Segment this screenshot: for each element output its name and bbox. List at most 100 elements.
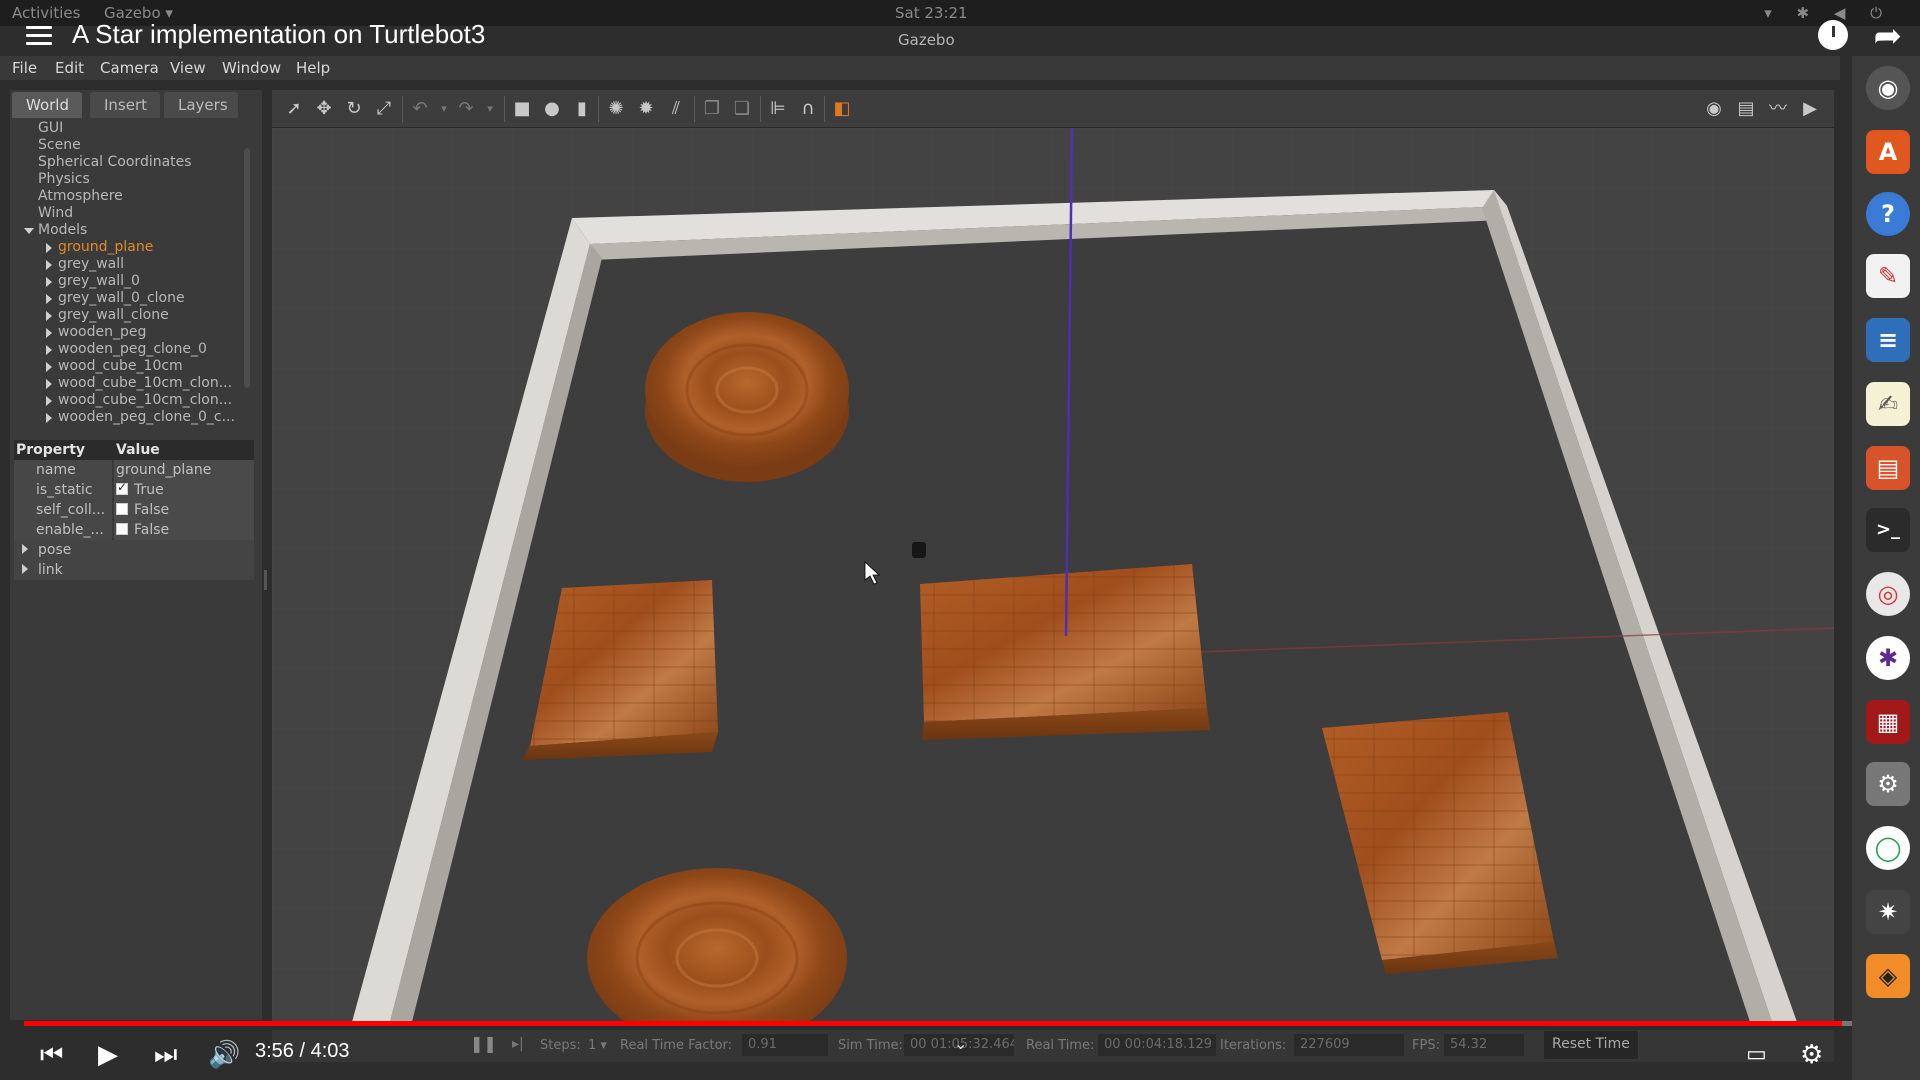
video-progress-fill [24, 1021, 1842, 1026]
model-item[interactable]: grey_wall_0_clone [12, 290, 252, 307]
play-icon[interactable]: ▶ [98, 1040, 118, 1070]
world-tree: GUI Scene Spherical Coordinates Physics … [12, 120, 252, 426]
directional-light-icon[interactable]: ⫽ [664, 98, 688, 120]
section-label: link [22, 562, 100, 578]
property-column-header: Property [16, 442, 86, 458]
menu-camera[interactable]: Camera [100, 59, 159, 77]
translate-mode-icon[interactable]: ✥ [312, 98, 336, 120]
is-static-checkbox[interactable] [116, 480, 128, 495]
clock-icon[interactable] [1818, 20, 1848, 50]
property-value[interactable]: ground_plane [116, 462, 254, 478]
text-editor-icon[interactable]: ✎ [1866, 254, 1910, 298]
video-progress-bar[interactable] [24, 1021, 1896, 1026]
tree-item-gui[interactable]: GUI [12, 120, 252, 137]
slack-icon[interactable]: ✱ [1866, 636, 1910, 680]
video-title[interactable]: A Star implementation on Turtlebot3 [72, 19, 485, 50]
previous-icon[interactable]: ⏮ [40, 1040, 63, 1071]
undo-icon[interactable]: ↶ [408, 98, 432, 120]
terminal-icon[interactable]: >_ [1866, 508, 1910, 552]
menu-edit[interactable]: Edit [55, 59, 84, 77]
property-value: False [134, 522, 170, 538]
menu-help[interactable]: Help [296, 59, 330, 77]
property-value: False [134, 502, 170, 518]
model-item[interactable]: wooden_peg_clone_0 [12, 341, 252, 358]
cylinder-shape-icon[interactable]: ▮ [570, 98, 594, 120]
world-panel: World Insert Layers GUI Scene Spherical … [10, 90, 262, 1020]
share-icon[interactable]: ➦ [1874, 16, 1903, 56]
box-shape-icon[interactable]: ■ [510, 98, 534, 120]
log-icon[interactable]: ▤ [1734, 98, 1758, 120]
enable-wind-checkbox[interactable] [116, 523, 128, 535]
next-icon[interactable]: ⏭ [154, 1040, 177, 1071]
volume-icon[interactable]: 🔊 [208, 1040, 240, 1070]
model-item[interactable]: ground_plane [12, 239, 252, 256]
copy-icon[interactable]: ❐ [700, 98, 724, 120]
value-column-header: Value [116, 442, 160, 458]
property-key: name [36, 462, 76, 478]
scene-viewport[interactable] [272, 128, 1834, 1022]
model-item[interactable]: wooden_peg [12, 324, 252, 341]
spot-light-icon[interactable]: ✹ [634, 98, 658, 120]
app-red-icon[interactable]: ▦ [1866, 700, 1910, 744]
tab-layers[interactable]: Layers [164, 92, 238, 118]
undo-history-icon[interactable]: ▾ [432, 98, 456, 120]
tree-scrollbar[interactable] [244, 148, 250, 388]
select-mode-icon[interactable]: ➚ [282, 98, 306, 120]
settings-icon[interactable]: ⚙ [1800, 1040, 1823, 1070]
gazebo-window-title: Gazebo [898, 31, 955, 49]
scale-mode-icon[interactable]: ⤢ [372, 98, 396, 120]
record-video-icon[interactable]: ▶ [1798, 98, 1822, 120]
model-item[interactable]: grey_wall_clone [12, 307, 252, 324]
property-table: Property Value name ground_plane is_stat… [14, 440, 254, 580]
gazebo-icon[interactable]: ◈ [1866, 954, 1910, 998]
panel-splitter[interactable] [264, 570, 267, 590]
hamburger-icon[interactable] [26, 26, 52, 46]
model-item[interactable]: wooden_peg_clone_0_c... [12, 409, 252, 426]
redo-history-icon[interactable]: ▾ [478, 98, 502, 120]
property-section-link[interactable]: link [14, 560, 254, 580]
model-item[interactable]: wood_cube_10cm [12, 358, 252, 375]
refresh-app-icon[interactable]: ◯ [1866, 826, 1910, 870]
help-icon[interactable]: ? [1866, 192, 1910, 236]
tree-item-scene[interactable]: Scene [12, 137, 252, 154]
tab-insert[interactable]: Insert [90, 92, 160, 118]
redo-icon[interactable]: ↷ [454, 98, 478, 120]
tree-item-atmosphere[interactable]: Atmosphere [12, 188, 252, 205]
menu-view[interactable]: View [170, 59, 206, 77]
model-item[interactable]: grey_wall_0 [12, 273, 252, 290]
property-section-pose[interactable]: pose [14, 540, 254, 560]
property-key: enable_... [36, 522, 104, 538]
snap-icon[interactable]: ∩ [796, 98, 820, 120]
chrome-icon[interactable]: ◎ [1866, 572, 1910, 616]
webcam-icon[interactable]: ◉ [1866, 66, 1910, 110]
model-item[interactable]: grey_wall [12, 256, 252, 273]
screenshot-icon[interactable]: ◉ [1702, 98, 1726, 120]
property-key: is_static [36, 482, 93, 498]
menu-file[interactable]: File [12, 59, 37, 77]
model-item[interactable]: wood_cube_10cm_clon... [12, 375, 252, 392]
captions-icon[interactable]: ▭ [1746, 1042, 1767, 1067]
settings-icon[interactable]: ⚙ [1866, 762, 1910, 806]
point-light-icon[interactable]: ✺ [604, 98, 628, 120]
change-view-icon[interactable]: ◧ [830, 98, 854, 120]
rotate-mode-icon[interactable]: ↻ [342, 98, 366, 120]
tree-item-wind[interactable]: Wind [12, 205, 252, 222]
sphere-shape-icon[interactable]: ● [540, 98, 564, 120]
tree-item-physics[interactable]: Physics [12, 171, 252, 188]
impress-icon[interactable]: ▤ [1866, 446, 1910, 490]
align-icon[interactable]: ⊫ [766, 98, 790, 120]
plot-icon[interactable]: 〰 [1766, 98, 1790, 120]
network-icon[interactable]: ✷ [1866, 890, 1910, 934]
writer-icon[interactable]: ≡ [1866, 318, 1910, 362]
tree-item-spherical-coordinates[interactable]: Spherical Coordinates [12, 154, 252, 171]
software-center-icon[interactable]: A [1866, 130, 1910, 174]
paste-icon[interactable]: ❏ [730, 98, 754, 120]
property-header: Property Value [14, 440, 254, 460]
self-collide-checkbox[interactable] [116, 503, 128, 515]
gedit-icon[interactable]: ✍ [1866, 382, 1910, 426]
tab-world[interactable]: World [12, 92, 82, 118]
model-item[interactable]: wood_cube_10cm_clon... [12, 392, 252, 409]
menu-window[interactable]: Window [222, 59, 281, 77]
tree-item-models[interactable]: Models [12, 222, 252, 239]
screen: Activities Gazebo ▾ Sat 23:21 ▾ ✱ ◀ ⏻ A … [0, 0, 1920, 1080]
